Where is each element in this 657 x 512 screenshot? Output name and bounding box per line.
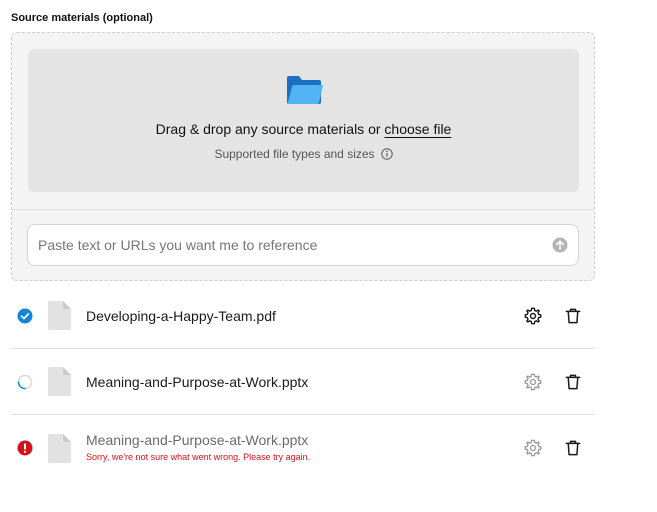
file-row: Meaning-and-Purpose-at-Work.pptx Sorry, … xyxy=(11,415,595,481)
document-icon xyxy=(48,367,71,396)
choose-file-link[interactable]: choose file xyxy=(384,121,451,137)
supported-file-types: Supported file types and sizes xyxy=(214,147,393,161)
dropzone-instruction: Drag & drop any source materials or xyxy=(155,121,385,137)
dropzone-text: Drag & drop any source materials or choo… xyxy=(156,121,452,137)
settings-gear-icon[interactable] xyxy=(523,306,543,326)
supported-file-types-text: Supported file types and sizes xyxy=(214,147,375,161)
settings-gear-icon[interactable] xyxy=(523,438,543,458)
error-alert-icon xyxy=(17,440,33,456)
delete-trash-icon[interactable] xyxy=(563,438,583,458)
folder-icon xyxy=(286,76,323,104)
dropzone[interactable]: Drag & drop any source materials or choo… xyxy=(28,49,579,192)
file-name: Meaning-and-Purpose-at-Work.pptx xyxy=(86,432,309,448)
loading-spinner-icon xyxy=(17,374,33,389)
file-row: Developing-a-Happy-Team.pdf xyxy=(11,283,595,349)
upload-card: Drag & drop any source materials or choo… xyxy=(11,32,595,281)
document-icon xyxy=(48,301,71,330)
file-name: Meaning-and-Purpose-at-Work.pptx xyxy=(86,373,309,390)
info-icon[interactable] xyxy=(380,148,393,160)
submit-arrow-icon[interactable] xyxy=(552,237,568,253)
file-name: Developing-a-Happy-Team.pdf xyxy=(86,307,276,324)
delete-trash-icon[interactable] xyxy=(563,372,583,392)
card-divider xyxy=(12,209,594,210)
paste-text-input[interactable] xyxy=(38,237,552,253)
source-materials-label: Source materials (optional) xyxy=(11,12,153,24)
file-row: Meaning-and-Purpose-at-Work.pptx xyxy=(11,349,595,415)
settings-gear-icon[interactable] xyxy=(523,372,543,392)
file-error-message: Sorry, we're not sure what went wrong. P… xyxy=(86,452,311,462)
delete-trash-icon[interactable] xyxy=(563,306,583,326)
document-icon xyxy=(48,433,71,463)
check-circle-icon xyxy=(17,308,33,323)
paste-input-container xyxy=(27,224,579,266)
